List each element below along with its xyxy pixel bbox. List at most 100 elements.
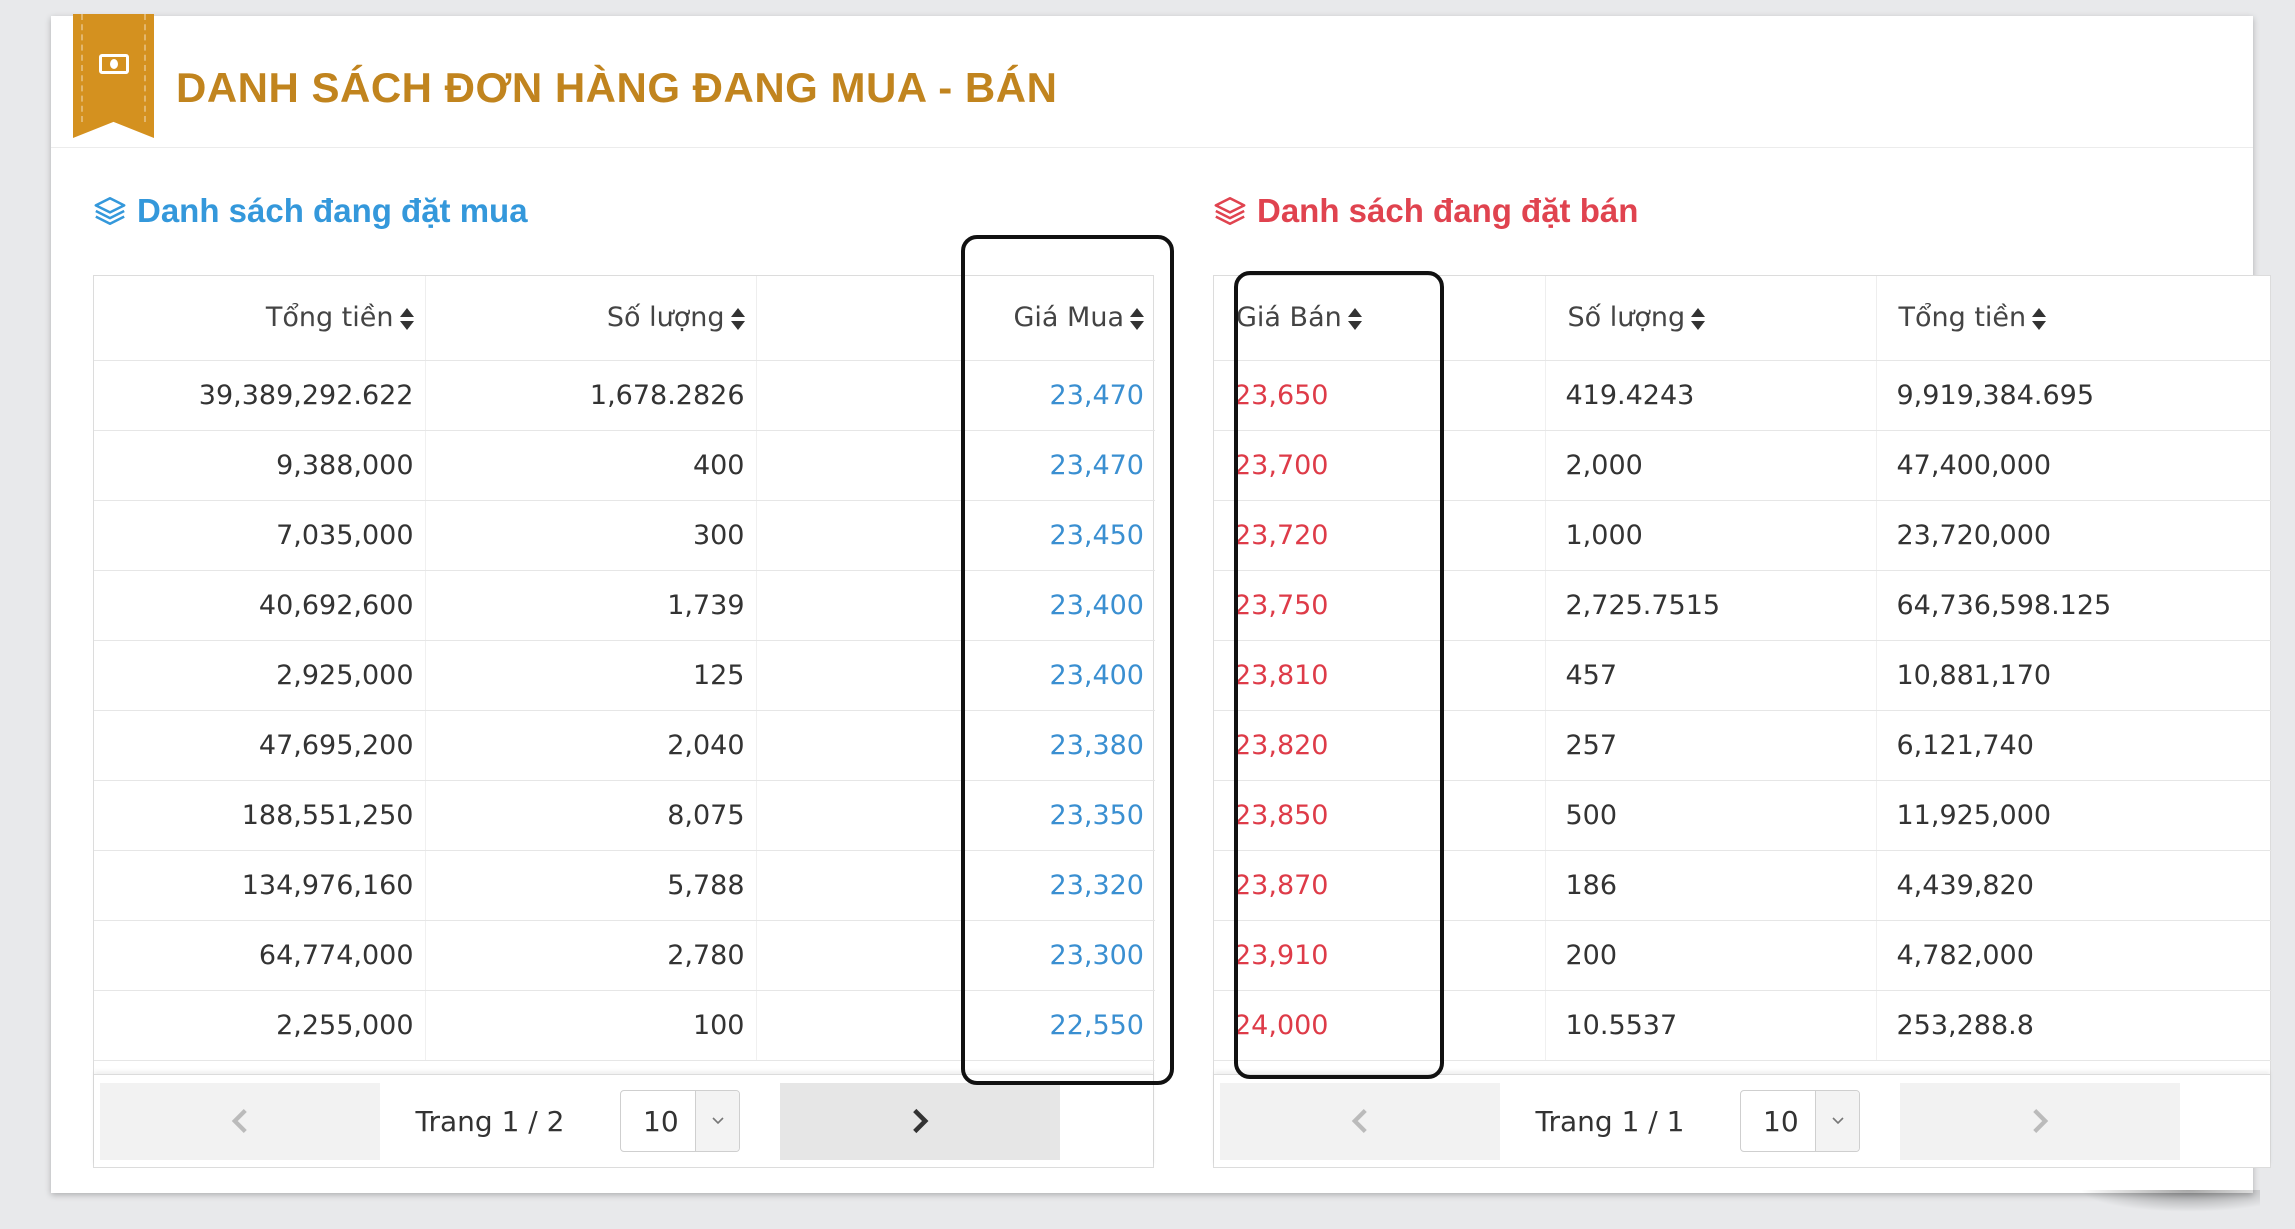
sell-cell: 200 <box>1545 920 1877 991</box>
sell-col-quantity[interactable]: Số lượng <box>1545 276 1877 361</box>
buy-col-price[interactable]: Giá Mua <box>756 276 1155 361</box>
sell-cell: 1,000 <box>1545 500 1877 571</box>
buy-cell: 23,380 <box>756 710 1155 781</box>
buy-table-row: 64,774,000 2,780 23,300 <box>94 920 1155 991</box>
sell-table-header: Giá Bán Số lượng Tổng tiền <box>1214 276 2272 361</box>
sort-icon <box>2032 307 2047 331</box>
buy-next-page-button[interactable] <box>780 1082 1060 1160</box>
sell-table-row: 23,700 2,000 47,400,000 <box>1214 430 2272 501</box>
sell-cell: 23,850 <box>1214 780 1546 851</box>
page-title: DANH SÁCH ĐƠN HÀNG ĐANG MUA - BÁN <box>176 64 1058 111</box>
buy-cell: 22,550 <box>756 990 1155 1061</box>
buy-cell: 1,678.2826 <box>425 360 757 431</box>
sell-table-row: 23,820 257 6,121,740 <box>1214 710 2272 781</box>
sort-icon <box>1130 307 1144 331</box>
chevron-left-icon <box>231 1109 247 1133</box>
sort-icon <box>399 307 414 331</box>
buy-section-label: Danh sách đang đặt mua <box>137 192 528 229</box>
sort-icon <box>730 307 745 331</box>
sell-cell: 4,439,820 <box>1876 850 2272 921</box>
sell-cell: 23,810 <box>1214 640 1546 711</box>
buy-cell: 2,040 <box>425 710 757 781</box>
buy-cell: 7,035,000 <box>94 500 426 571</box>
sell-cell: 10,881,170 <box>1876 640 2272 711</box>
buy-table-row: 39,389,292.622 1,678.2826 23,470 <box>94 360 1155 431</box>
sort-icon <box>1347 307 1362 331</box>
buy-cell: 188,551,250 <box>94 780 426 851</box>
sell-table-row: 23,870 186 4,439,820 <box>1214 850 2272 921</box>
buy-col-total[interactable]: Tổng tiền <box>94 276 426 361</box>
buy-cell: 400 <box>425 430 757 501</box>
sell-cell: 23,870 <box>1214 850 1546 921</box>
sell-cell: 23,700 <box>1214 430 1546 501</box>
sell-cell: 186 <box>1545 850 1877 921</box>
buy-cell: 5,788 <box>425 850 757 921</box>
buy-table-row: 9,388,000 400 23,470 <box>94 430 1155 501</box>
buy-cell: 100 <box>425 990 757 1061</box>
sell-cell: 10.5537 <box>1545 990 1877 1061</box>
buy-cell: 47,695,200 <box>94 710 426 781</box>
sell-table-row: 23,850 500 11,925,000 <box>1214 780 2272 851</box>
sell-cell: 47,400,000 <box>1876 430 2272 501</box>
buy-cell: 23,300 <box>756 920 1155 991</box>
buy-cell: 1,739 <box>425 570 757 641</box>
sell-cell: 457 <box>1545 640 1877 711</box>
sell-prev-page-button[interactable] <box>1220 1082 1500 1160</box>
panel-shadow <box>2080 1190 2260 1212</box>
sell-col-price[interactable]: Giá Bán <box>1214 276 1546 361</box>
sell-cell: 64,736,598.125 <box>1876 570 2272 641</box>
sell-table-row: 23,910 200 4,782,000 <box>1214 920 2272 991</box>
buy-cell: 23,470 <box>756 430 1155 501</box>
chevron-right-icon <box>913 1108 929 1134</box>
buy-page-size-select[interactable]: 10 <box>620 1090 740 1152</box>
buy-cell: 23,400 <box>756 570 1155 641</box>
buy-col-quantity[interactable]: Số lượng <box>425 276 757 361</box>
buy-cell: 134,976,160 <box>94 850 426 921</box>
buy-table-header: Tổng tiền Số lượng Giá Mua <box>94 276 1155 361</box>
chevron-left-icon <box>1351 1109 1367 1133</box>
sell-cell: 23,720,000 <box>1876 500 2272 571</box>
sell-cell: 24,000 <box>1214 990 1546 1061</box>
buy-order-table: Tổng tiền Số lượng Giá Mua 39,389,292.62… <box>93 275 1155 1168</box>
ribbon-badge <box>73 14 154 138</box>
buy-table-row: 40,692,600 1,739 23,400 <box>94 570 1155 641</box>
buy-table-row: 188,551,250 8,075 23,350 <box>94 780 1155 851</box>
sell-page-size-select[interactable]: 10 <box>1740 1090 1860 1152</box>
buy-cell: 39,389,292.622 <box>94 360 426 431</box>
sort-icon <box>1691 307 1706 331</box>
buy-prev-page-button[interactable] <box>100 1082 380 1160</box>
sell-cell: 257 <box>1545 710 1877 781</box>
sell-cell: 23,820 <box>1214 710 1546 781</box>
buy-cell: 300 <box>425 500 757 571</box>
sell-cell: 419.4243 <box>1545 360 1877 431</box>
sell-cell: 253,288.8 <box>1876 990 2272 1061</box>
sell-col-total[interactable]: Tổng tiền <box>1876 276 2272 361</box>
buy-cell: 2,780 <box>425 920 757 991</box>
sell-cell: 4,782,000 <box>1876 920 2272 991</box>
sell-table-row: 23,650 419.4243 9,919,384.695 <box>1214 360 2272 431</box>
buy-table-row: 2,255,000 100 22,550 <box>94 990 1155 1061</box>
buy-cell: 2,255,000 <box>94 990 426 1061</box>
layers-icon <box>94 196 126 226</box>
buy-table-row: 47,695,200 2,040 23,380 <box>94 710 1155 781</box>
chevron-right-icon <box>2033 1109 2049 1133</box>
buy-cell: 40,692,600 <box>94 570 426 641</box>
buy-cell: 23,320 <box>756 850 1155 921</box>
buy-section-title: Danh sách đang đặt mua <box>93 192 528 230</box>
buy-cell: 2,925,000 <box>94 640 426 711</box>
buy-cell: 23,450 <box>756 500 1155 571</box>
sell-page-label: Trang 1 / 1 <box>1535 1104 1685 1138</box>
panel-header: DANH SÁCH ĐƠN HÀNG ĐANG MUA - BÁN <box>51 14 2253 148</box>
sell-section-title: Danh sách đang đặt bán <box>1213 192 1638 230</box>
buy-cell: 64,774,000 <box>94 920 426 991</box>
sell-table-row: 23,720 1,000 23,720,000 <box>1214 500 2272 571</box>
sell-pager: Trang 1 / 1 10 <box>1214 1074 2270 1167</box>
sell-cell: 23,750 <box>1214 570 1546 641</box>
sell-table-row: 23,810 457 10,881,170 <box>1214 640 2272 711</box>
sell-table-row: 23,750 2,725.7515 64,736,598.125 <box>1214 570 2272 641</box>
sell-cell: 9,919,384.695 <box>1876 360 2272 431</box>
buy-cell: 8,075 <box>425 780 757 851</box>
buy-cell: 9,388,000 <box>94 430 426 501</box>
sell-next-page-button[interactable] <box>1900 1082 2180 1160</box>
sell-cell: 6,121,740 <box>1876 710 2272 781</box>
